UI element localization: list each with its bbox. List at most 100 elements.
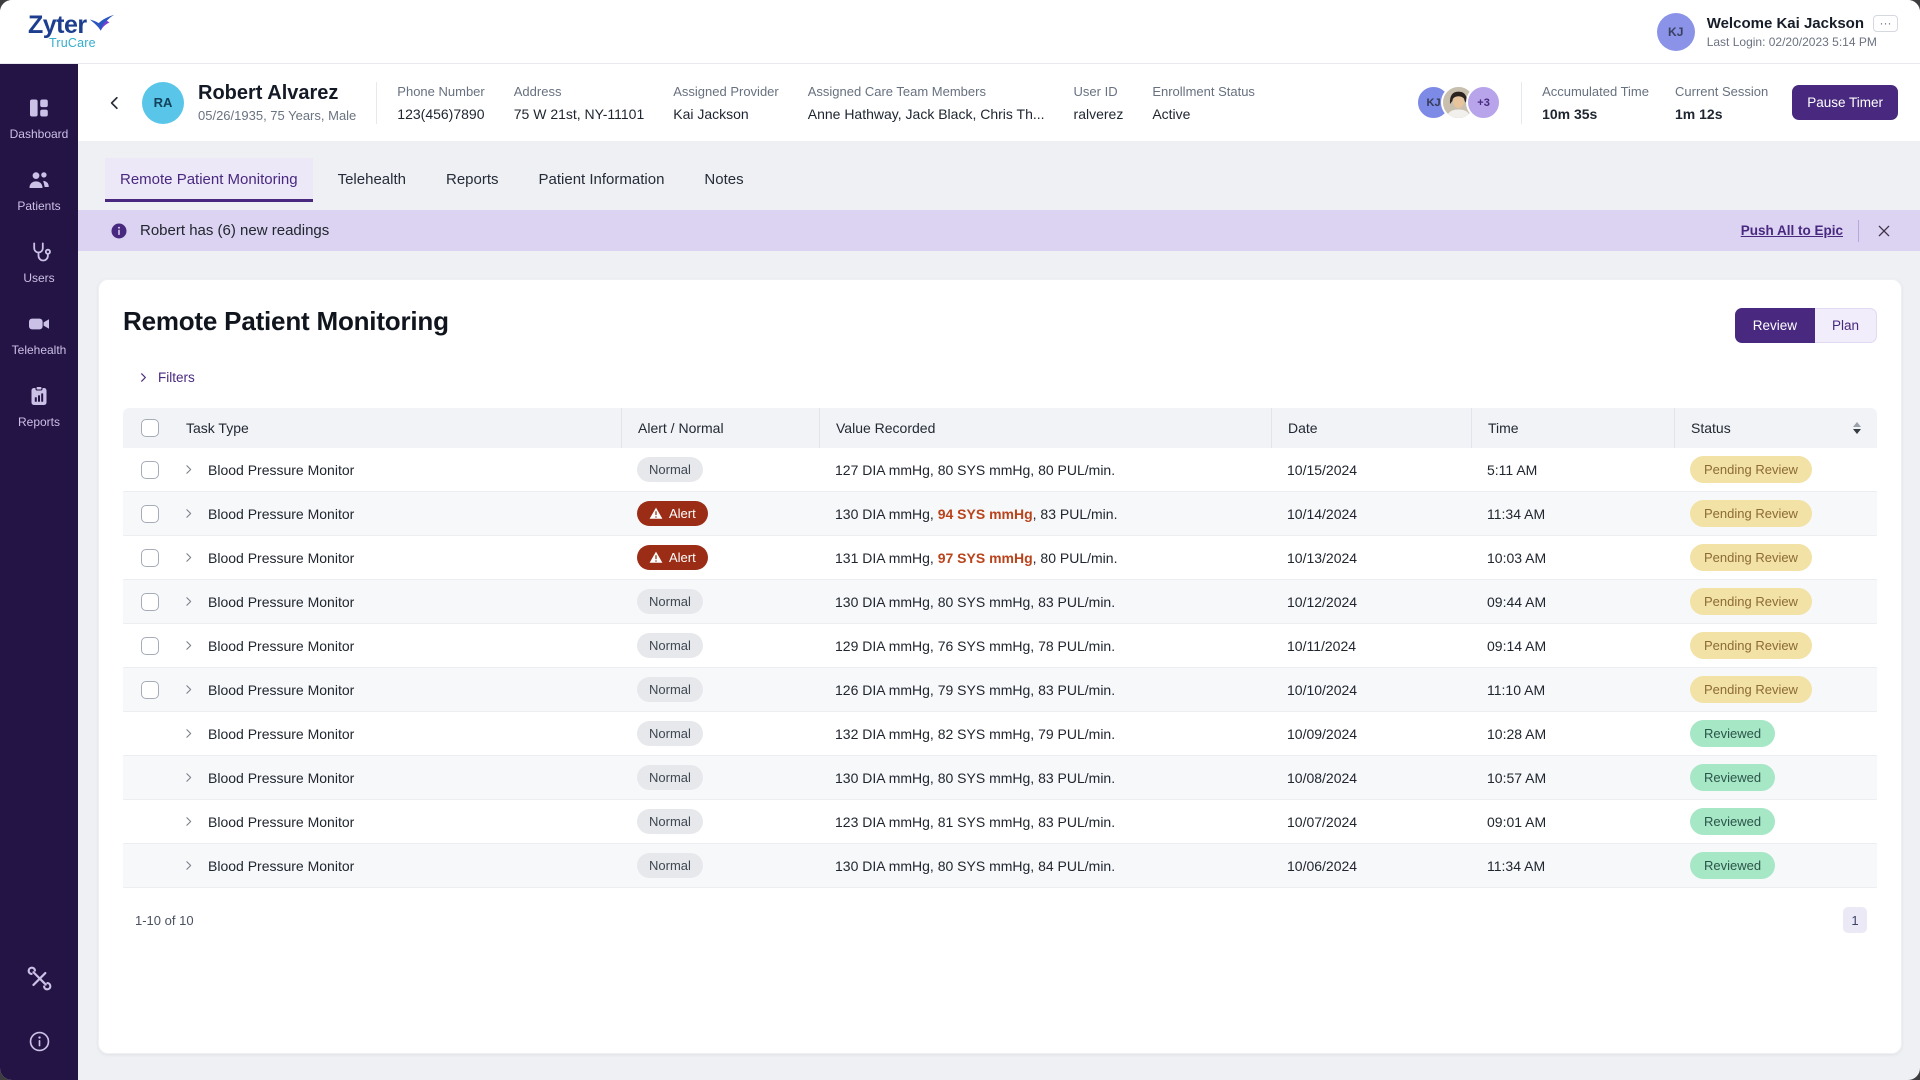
normal-badge: Normal [637,809,703,834]
plan-button[interactable]: Plan [1814,308,1877,343]
task-cell: Blood Pressure Monitor [123,857,621,875]
table-row: Blood Pressure Monitor Alert 131 DIA mmHg,… [123,536,1877,580]
push-all-to-epic-link[interactable]: Push All to Epic [1741,223,1843,238]
sidebar-item-dashboard[interactable]: Dashboard [10,96,68,141]
sort-icon[interactable] [1851,421,1863,435]
expand-chevron-icon[interactable] [182,727,195,740]
status-badge: Pending Review [1690,500,1812,527]
status-cell: Reviewed [1674,808,1877,835]
logo-bird-icon [89,11,115,39]
value-cell: 129 DIA mmHg, 76 SYS mmHg, 78 PUL/min. [819,638,1271,654]
zyter-trucare-logo[interactable]: Zyter TruCare [28,13,115,50]
expand-chevron-icon[interactable] [182,463,195,476]
normal-badge: Normal [637,721,703,746]
expand-chevron-icon[interactable] [182,859,195,872]
sidebar-item-telehealth[interactable]: Telehealth [12,312,66,357]
table-header-row: Task Type Alert / Normal Value Recorded … [123,408,1877,448]
task-type: Blood Pressure Monitor [208,505,355,522]
column-header: Value Recorded [836,420,936,436]
field-label: Address [513,83,562,99]
patient-field-assigned-care-team-members: Assigned Care Team Members Anne Hathway, … [808,84,1045,122]
patient-header: RA Robert Alvarez 05/26/1935, 75 Years, … [78,64,1920,142]
readings-table: Task Type Alert / Normal Value Recorded … [123,408,1877,888]
tab-telehealth[interactable]: Telehealth [323,158,421,202]
telehealth-icon [27,312,51,336]
filters-toggle[interactable]: Filters [138,370,1877,385]
flag-cell: Normal [621,589,819,614]
expand-chevron-icon[interactable] [182,639,195,652]
patient-demographics: 05/26/1935, 75 Years, Male [198,108,357,123]
filters-label: Filters [158,370,195,385]
pause-timer-button[interactable]: Pause Timer [1792,85,1898,120]
field-label: Enrollment Status [1152,83,1255,99]
row-checkbox[interactable] [141,592,159,611]
field-label: Phone Number [397,83,485,99]
value-cell: 123 DIA mmHg, 81 SYS mmHg, 83 PUL/min. [819,814,1271,830]
time-cell: 11:34 AM [1487,505,1546,522]
close-icon[interactable] [1874,221,1894,241]
tools-icon[interactable] [27,966,52,991]
time-cell: 11:34 AM [1487,857,1546,874]
sidebar-item-patients[interactable]: Patients [17,168,61,213]
row-checkbox[interactable] [141,548,159,567]
timer-label: Accumulated Time [1542,83,1649,99]
tab-reports[interactable]: Reports [431,158,514,202]
tab-remote-patient-monitoring[interactable]: Remote Patient Monitoring [105,158,313,202]
task-type: Blood Pressure Monitor [208,681,355,698]
value-cell: 126 DIA mmHg, 79 SYS mmHg, 83 PUL/min. [819,682,1271,698]
page-1-button[interactable]: 1 [1843,907,1867,933]
field-value: Anne Hathway, Jack Black, Chris Th... [807,105,1045,122]
expand-chevron-icon[interactable] [182,683,195,696]
care-team-avatars[interactable]: KJ +3 [1416,85,1502,120]
row-checkbox[interactable] [141,460,159,479]
new-readings-banner: Robert has (6) new readings Push All to … [78,210,1920,251]
status-cell: Pending Review [1674,632,1877,659]
user-area: KJ Welcome Kai Jackson ··· Last Login: 0… [1656,12,1898,51]
review-button[interactable]: Review [1734,308,1815,343]
sidebar-item-reports[interactable]: Reports [18,384,60,429]
row-checkbox[interactable] [141,504,159,523]
field-value: Kai Jackson [673,105,749,122]
expand-chevron-icon[interactable] [182,815,195,828]
select-all-checkbox[interactable] [141,419,159,437]
normal-badge: Normal [637,589,703,614]
expand-chevron-icon[interactable] [182,507,195,520]
task-type: Blood Pressure Monitor [208,637,355,654]
status-badge: Reviewed [1690,764,1776,791]
field-label: User ID [1073,83,1118,99]
expand-chevron-icon[interactable] [182,595,195,608]
sidebar-item-users[interactable]: Users [23,240,55,285]
status-cell: Reviewed [1674,764,1877,791]
task-type: Blood Pressure Monitor [208,725,355,742]
expand-chevron-icon[interactable] [182,551,195,564]
tab-notes[interactable]: Notes [689,158,758,202]
tab-patient-information[interactable]: Patient Information [524,158,680,202]
patient-field-phone-number: Phone Number 123(456)7890 [397,84,484,122]
row-checkbox[interactable] [141,636,159,655]
flag-cell: Alert [621,501,819,526]
value-recorded: 130 DIA mmHg, 80 SYS mmHg, 84 PUL/min. [835,857,1116,874]
value-cell: 130 DIA mmHg, 94 SYS mmHg, 83 PUL/min. [819,506,1271,522]
user-menu-button[interactable]: ··· [1873,14,1898,32]
value-recorded: 123 DIA mmHg, 81 SYS mmHg, 83 PUL/min. [835,813,1116,830]
status-badge: Pending Review [1690,456,1812,483]
row-checkbox[interactable] [141,680,159,699]
user-avatar[interactable]: KJ [1656,12,1695,51]
patient-field-assigned-provider: Assigned Provider Kai Jackson [673,84,779,122]
normal-badge: Normal [637,633,703,658]
back-chevron-icon[interactable] [102,90,128,116]
welcome-text: Welcome Kai Jackson [1706,14,1864,32]
time-cell: 09:01 AM [1487,813,1547,830]
patient-fields: Phone Number 123(456)7890 Address 75 W 21st… [397,84,1255,122]
pagination-range: 1-10 of 10 [135,912,194,928]
task-cell: Blood Pressure Monitor [123,592,621,611]
table-row: Blood Pressure Monitor Normal 127 DIA mmHg… [123,448,1877,492]
sidebar-footer [27,966,52,1054]
table-row: Blood Pressure Monitor Alert 130 DIA mmHg,… [123,492,1877,536]
patients-icon [27,168,51,192]
expand-chevron-icon[interactable] [182,771,195,784]
table-row: Blood Pressure Monitor Normal 130 DIA mmHg… [123,844,1877,888]
patient-name: Robert Alvarez [198,82,339,104]
value-cell: 130 DIA mmHg, 80 SYS mmHg, 84 PUL/min. [819,858,1271,874]
info-icon[interactable] [27,1029,52,1054]
